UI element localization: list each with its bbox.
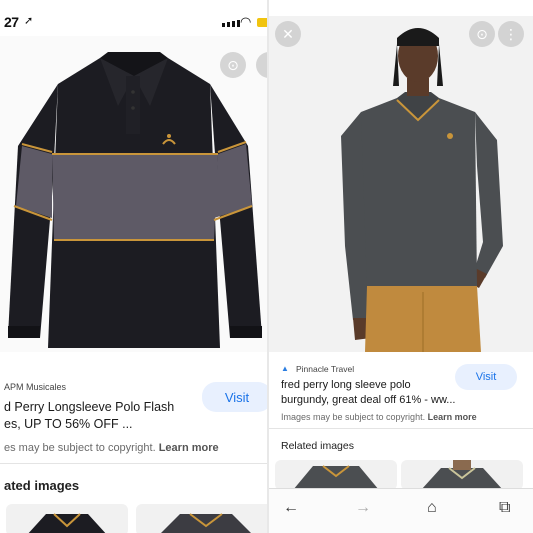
battery-icon: [257, 18, 267, 27]
browser-toolbar: ← → ⌂ ⧉: [269, 488, 533, 533]
rugby-polo-illustration: [0, 36, 267, 352]
right-pane: ✕ ⊙ ⋮ ▲ Pinnacle Travel fred perry long …: [269, 0, 533, 533]
forward-arrow-icon[interactable]: →: [355, 499, 371, 517]
status-bar: 27 ➚ ◠: [0, 0, 267, 36]
result-title-line-2: es, UP TO 56% OFF ...: [4, 416, 133, 431]
divider: [0, 463, 267, 464]
product-image-model-polo[interactable]: ✕ ⊙ ⋮: [269, 16, 533, 352]
learn-more-link[interactable]: Learn more: [428, 412, 477, 422]
result-title-line-2: burgundy, great deal off 61% - ww...: [281, 393, 456, 406]
result-title[interactable]: d Perry Longsleeve Polo Flash es, UP TO …: [4, 399, 174, 433]
related-thumb-polo: [293, 465, 379, 490]
copyright-text: es may be subject to copyright.: [4, 442, 156, 454]
more-options-button[interactable]: ⋮: [498, 21, 524, 47]
close-button[interactable]: ✕: [275, 21, 301, 47]
copyright-text: Images may be subject to copyright.: [281, 412, 426, 422]
status-time: 27: [4, 14, 19, 30]
result-source: Pinnacle Travel: [296, 364, 355, 374]
related-image-thumb[interactable]: [275, 460, 397, 490]
tabs-icon[interactable]: ⧉: [499, 499, 510, 517]
wifi-icon: ◠: [240, 14, 252, 29]
home-icon[interactable]: ⌂: [427, 499, 437, 517]
site-favicon-icon: ▲: [281, 364, 289, 373]
back-arrow-icon[interactable]: ←: [283, 499, 299, 517]
location-arrow-icon: ➚: [24, 15, 34, 27]
related-images-heading: ated images: [4, 478, 80, 493]
result-title-line-1: fred perry long sleeve polo: [281, 379, 411, 391]
related-image-thumb[interactable]: [136, 504, 267, 533]
product-image-rugby-polo[interactable]: ⊙ ⋮: [0, 36, 267, 352]
lens-search-button[interactable]: ⊙: [220, 52, 246, 78]
lens-icon: ⊙: [476, 25, 488, 42]
related-thumb-polo: [161, 513, 251, 533]
signal-icon: [222, 20, 240, 27]
related-image-thumb[interactable]: [6, 504, 128, 533]
copyright-notice: Images may be subject to copyright. Lear…: [281, 412, 477, 422]
left-pane: 27 ➚ ◠ ⊙ APM Musicales d Perry Longsleev…: [0, 0, 267, 533]
result-source: APM Musicales: [4, 382, 67, 392]
divider: [269, 428, 533, 429]
learn-more-link[interactable]: Learn more: [159, 442, 219, 454]
model-polo-illustration: [269, 16, 533, 352]
related-image-thumb[interactable]: [401, 460, 523, 490]
visit-button[interactable]: Visit: [455, 364, 517, 390]
result-title[interactable]: fred perry long sleeve polo burgundy, gr…: [281, 378, 455, 408]
related-thumb-polo: [421, 460, 503, 490]
related-images-heading: Related images: [281, 440, 354, 452]
close-icon: ✕: [282, 25, 294, 42]
copyright-notice: es may be subject to copyright. Learn mo…: [4, 442, 219, 454]
related-thumb-polo: [28, 513, 106, 533]
result-title-line-1: d Perry Longsleeve Polo Flash: [4, 400, 175, 414]
lens-search-button[interactable]: ⊙: [469, 21, 495, 47]
more-vert-icon: ⋮: [504, 25, 518, 42]
lens-icon: ⊙: [227, 56, 239, 73]
visit-button[interactable]: Visit: [202, 382, 267, 412]
